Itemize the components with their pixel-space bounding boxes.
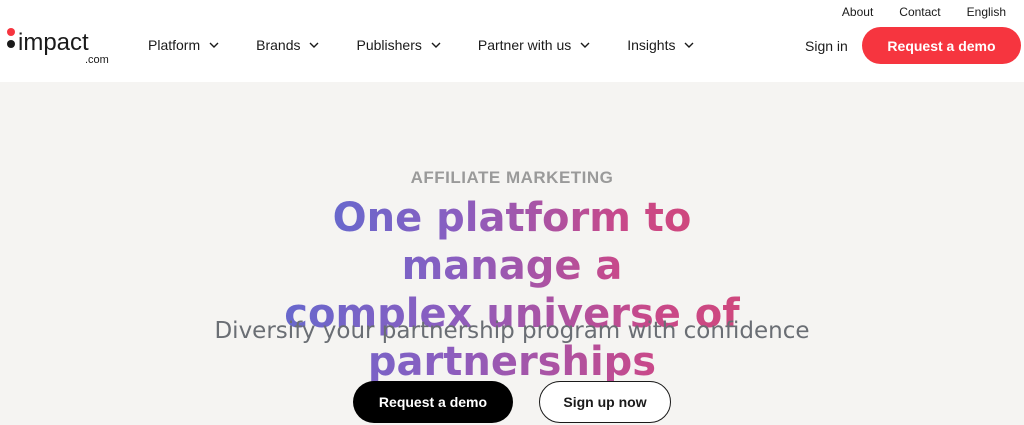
language-selector[interactable]: English [967, 5, 1006, 19]
hero-subheadline: Diversify your partnership program with … [214, 318, 810, 344]
nav-item-platform[interactable]: Platform [148, 37, 220, 53]
nav-item-label: Publishers [356, 37, 422, 53]
chevron-down-icon [579, 39, 591, 51]
nav-item-insights[interactable]: Insights [627, 37, 695, 53]
request-demo-button[interactable]: Request a demo [353, 381, 513, 423]
chevron-down-icon [430, 39, 442, 51]
nav-item-label: Brands [256, 37, 301, 53]
nav-item-label: Partner with us [477, 37, 572, 53]
nav-item-publishers[interactable]: Publishers [356, 37, 441, 53]
nav-item-label: Insights [627, 37, 676, 53]
hero-headline-line-1: One platform to manage a [242, 194, 782, 290]
site-header: About Contact English impact .com Platfo… [0, 0, 1024, 82]
primary-nav: Platform Brands Publishers Partner with … [148, 37, 695, 53]
about-link[interactable]: About [842, 5, 873, 19]
chevron-down-icon [208, 39, 220, 51]
logo-domain: .com [85, 54, 109, 66]
impact-logo-mark: impact .com [7, 28, 109, 66]
hero-headline: One platform to manage a complex univers… [0, 194, 1024, 386]
nav-item-partner-with-us[interactable]: Partner with us [478, 37, 591, 53]
sign-up-button[interactable]: Sign up now [539, 381, 671, 423]
logo-wordmark: impact [18, 29, 89, 56]
impact-logo[interactable]: impact .com [5, 26, 115, 68]
utility-nav: About Contact English [842, 5, 1006, 19]
contact-link[interactable]: Contact [899, 5, 940, 19]
nav-item-brands[interactable]: Brands [256, 37, 320, 53]
nav-item-label: Platform [148, 37, 201, 53]
hero-eyebrow: AFFILIATE MARKETING [410, 168, 614, 187]
chevron-down-icon [683, 39, 695, 51]
chevron-down-icon [308, 39, 320, 51]
request-demo-header-button[interactable]: Request a demo [862, 27, 1021, 64]
sign-in-link[interactable]: Sign in [805, 38, 848, 54]
